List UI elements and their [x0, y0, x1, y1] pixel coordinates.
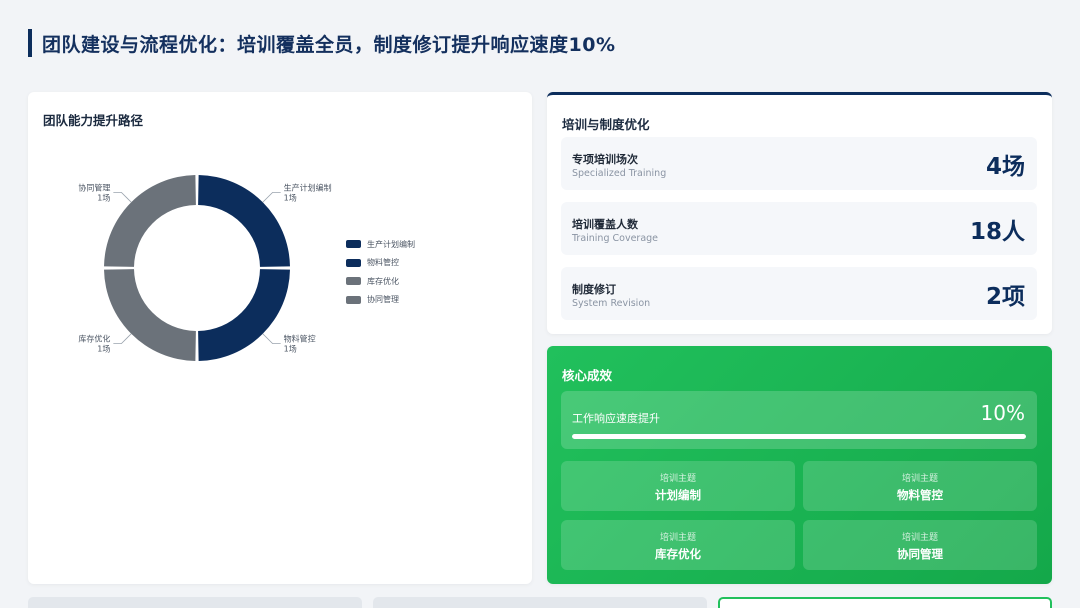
capability-path-card: 生产计划编制 1场 物料管控 1场 库存优化 1场 协同管理 1场 团队能力提升路径 生产计划…	[28, 92, 532, 584]
stat-name: 制度修订	[572, 283, 616, 296]
title-accent-bar	[28, 29, 32, 57]
legend-swatch	[346, 240, 361, 249]
donut-slice	[104, 269, 196, 361]
topic-tile-material: 培训主题 物料管控	[803, 461, 1037, 511]
slice-value-label: 1场	[97, 193, 110, 202]
legend-label: 生产计划编制	[367, 239, 415, 249]
legend-label: 库存优化	[367, 276, 399, 286]
stat-value: 18人	[969, 219, 1025, 245]
topic-tile-collaboration: 培训主题 协同管理	[803, 520, 1037, 570]
stat-value: 4场	[985, 154, 1025, 180]
topic-name: 物料管控	[897, 488, 943, 502]
topic-name: 库存优化	[655, 547, 701, 561]
progress-fill	[572, 434, 1026, 439]
topic-tile-plan: 培训主题 计划编制	[561, 461, 795, 511]
label-leader-line	[113, 333, 132, 345]
progress-value: 10%	[980, 401, 1025, 425]
stat-row-training-coverage: 培训覆盖人数 Training Coverage 18人	[561, 202, 1037, 255]
legend-swatch	[346, 295, 361, 304]
legend-item: 生产计划编制	[346, 235, 415, 254]
label-leader-line	[262, 333, 281, 345]
label-leader-line	[262, 191, 281, 203]
core-results-card: 核心成效 工作响应速度提升 10% 培训主题 计划编制 培训主题 物料管控 培训…	[547, 346, 1052, 584]
stat-name: 专项培训场次	[572, 153, 638, 166]
stat-name: 培训覆盖人数	[572, 218, 638, 231]
core-results-title: 核心成效	[562, 368, 613, 383]
training-card-title: 培训与制度优化	[562, 117, 650, 132]
donut-slice	[104, 175, 196, 267]
donut-slice	[198, 175, 290, 267]
legend-item: 物料管控	[346, 254, 415, 273]
legend-item: 协同管理	[346, 291, 415, 310]
slice-value-label: 1场	[284, 345, 297, 354]
training-optimization-card: 培训与制度优化 专项培训场次 Specialized Training 4场 培…	[547, 92, 1052, 334]
slice-value-label: 1场	[97, 345, 110, 354]
stat-row-system-revision: 制度修订 System Revision 2项	[561, 267, 1037, 320]
page-title: 团队建设与流程优化：培训覆盖全员，制度修订提升响应速度10%	[42, 33, 616, 56]
legend-swatch	[346, 277, 361, 286]
stat-subtitle: Specialized Training	[572, 168, 667, 179]
topic-name: 协同管理	[897, 547, 943, 561]
label-leader-line	[113, 191, 132, 203]
bottom-card-1	[28, 597, 362, 608]
slice-category-label: 协同管理	[78, 182, 110, 192]
topic-tag: 培训主题	[901, 474, 938, 484]
response-speed-panel: 工作响应速度提升 10%	[561, 391, 1037, 449]
capability-path-title: 团队能力提升路径	[43, 113, 144, 128]
stat-value: 2项	[985, 284, 1025, 310]
topic-tag: 培训主题	[659, 533, 696, 543]
donut-chart: 生产计划编制1场物料管控1场库存优化1场协同管理1场	[78, 175, 332, 361]
topic-tag: 培训主题	[901, 533, 938, 543]
slice-category-label: 物料管控	[284, 334, 316, 344]
bottom-card-3	[718, 597, 1052, 608]
donut-slice	[198, 269, 290, 361]
progress-label: 工作响应速度提升	[572, 412, 660, 425]
legend-item: 库存优化	[346, 272, 415, 291]
slice-value-label: 1场	[284, 193, 297, 202]
slice-category-label: 生产计划编制	[284, 182, 332, 192]
progress-bar	[572, 434, 1026, 439]
topic-tag: 培训主题	[659, 474, 696, 484]
topic-tile-inventory: 培训主题 库存优化	[561, 520, 795, 570]
chart-legend: 生产计划编制 物料管控 库存优化 协同管理	[346, 235, 415, 309]
legend-swatch	[346, 258, 361, 267]
stat-row-training-sessions: 专项培训场次 Specialized Training 4场	[561, 137, 1037, 190]
bottom-card-2	[373, 597, 707, 608]
page-header: 团队建设与流程优化：培训覆盖全员，制度修订提升响应速度10%	[28, 29, 615, 57]
stat-subtitle: System Revision	[572, 298, 651, 309]
topic-name: 计划编制	[655, 488, 701, 502]
slice-category-label: 库存优化	[78, 334, 110, 344]
legend-label: 物料管控	[367, 258, 399, 268]
legend-label: 协同管理	[367, 295, 399, 305]
stat-subtitle: Training Coverage	[572, 233, 659, 244]
